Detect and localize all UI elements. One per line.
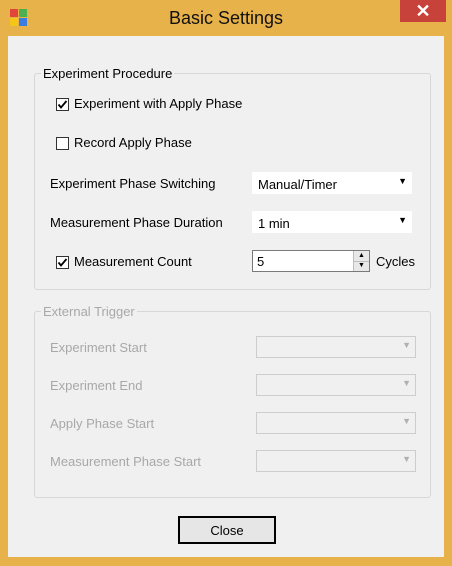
experiment-end-label: Experiment End bbox=[50, 378, 143, 393]
measurement-count-stepper[interactable]: 5 ▲ ▼ bbox=[252, 250, 370, 272]
experiment-with-apply-phase-label[interactable]: Experiment with Apply Phase bbox=[74, 96, 242, 111]
chevron-down-icon: ▼ bbox=[398, 215, 407, 225]
cycles-unit-label: Cycles bbox=[376, 254, 416, 269]
chevron-down-icon: ▼ bbox=[402, 378, 411, 388]
experiment-start-select[interactable]: ▼ bbox=[256, 336, 416, 358]
chevron-down-icon: ▼ bbox=[402, 416, 411, 426]
apply-phase-start-label: Apply Phase Start bbox=[50, 416, 155, 431]
experiment-end-select[interactable]: ▼ bbox=[256, 374, 416, 396]
experiment-with-apply-phase-checkbox[interactable] bbox=[56, 98, 69, 111]
measurement-duration-label: Measurement Phase Duration bbox=[50, 215, 223, 230]
phase-switching-label: Experiment Phase Switching bbox=[50, 176, 216, 191]
phase-switching-value: Manual/Timer bbox=[258, 177, 337, 192]
external-trigger-legend: External Trigger bbox=[43, 304, 135, 319]
experiment-start-label: Experiment Start bbox=[50, 340, 147, 355]
window-title: Basic Settings bbox=[168, 8, 284, 28]
experiment-procedure-legend: Experiment Procedure bbox=[43, 66, 173, 81]
close-button[interactable]: Close bbox=[178, 516, 276, 544]
apply-phase-start-select[interactable]: ▼ bbox=[256, 412, 416, 434]
chevron-down-icon: ▼ bbox=[402, 454, 411, 464]
close-icon[interactable]: ✕ bbox=[400, 0, 446, 22]
stepper-buttons: ▲ ▼ bbox=[353, 251, 369, 271]
measurement-count-checkbox[interactable] bbox=[56, 256, 69, 269]
phase-switching-select[interactable]: Manual/Timer ▼ bbox=[252, 172, 412, 194]
measurement-phase-start-select[interactable]: ▼ bbox=[256, 450, 416, 472]
measurement-duration-value: 1 min bbox=[258, 216, 290, 231]
chevron-down-icon: ▼ bbox=[402, 340, 411, 350]
dialog-window: Basic Settings ✕ Experiment Procedure Ex… bbox=[0, 0, 452, 566]
stepper-down-icon[interactable]: ▼ bbox=[354, 261, 369, 271]
chevron-down-icon: ▼ bbox=[398, 176, 407, 186]
title-bar[interactable]: Basic Settings ✕ bbox=[0, 0, 452, 36]
record-apply-phase-checkbox[interactable] bbox=[56, 137, 69, 150]
measurement-duration-select[interactable]: 1 min ▼ bbox=[252, 211, 412, 233]
measurement-count-label[interactable]: Measurement Count bbox=[74, 254, 192, 269]
measurement-count-value: 5 bbox=[257, 254, 265, 269]
record-apply-phase-label[interactable]: Record Apply Phase bbox=[74, 135, 192, 150]
measurement-phase-start-label: Measurement Phase Start bbox=[50, 454, 202, 469]
dialog-client-area: Experiment Procedure Experiment with App… bbox=[8, 36, 444, 557]
